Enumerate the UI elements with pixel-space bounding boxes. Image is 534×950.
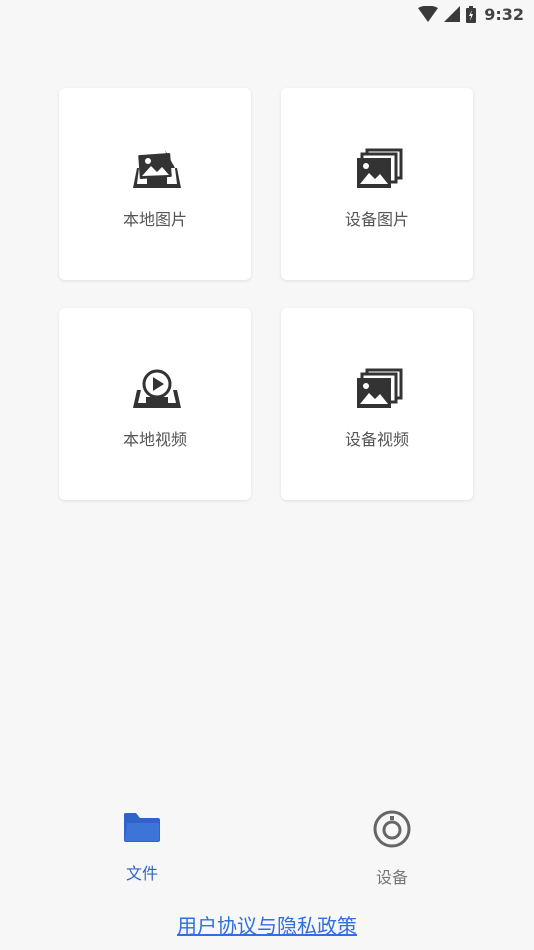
status-time: 9:32 xyxy=(484,4,524,24)
local-image-icon xyxy=(133,148,181,190)
signal-icon xyxy=(444,6,461,22)
privacy-policy-link[interactable]: 用户协议与隐私政策 xyxy=(0,910,534,939)
device-video-icon xyxy=(355,368,403,410)
nav-item-files-label: 文件 xyxy=(125,864,158,883)
tile-local-images[interactable]: 本地图片 xyxy=(59,88,251,280)
device-image-icon xyxy=(355,148,403,190)
tile-device-images-label: 设备图片 xyxy=(344,210,409,229)
device-icon xyxy=(373,810,411,852)
nav-item-files[interactable]: 文件 xyxy=(72,810,212,884)
tile-device-videos[interactable]: 设备视频 xyxy=(281,308,473,500)
wifi-icon xyxy=(418,6,439,22)
screen: 9:32 本地图片 设备图片 本地视频 设备视频 文件 设备 用户协议与隐私政策 xyxy=(0,0,534,950)
tile-local-videos[interactable]: 本地视频 xyxy=(59,308,251,500)
battery-icon xyxy=(466,5,477,23)
tile-local-images-label: 本地图片 xyxy=(122,210,187,229)
folder-icon xyxy=(123,810,161,848)
local-video-icon xyxy=(133,368,181,410)
tile-local-videos-label: 本地视频 xyxy=(122,430,187,449)
nav-item-devices-label: 设备 xyxy=(375,868,408,887)
status-bar: 9:32 xyxy=(0,0,534,28)
tile-device-images[interactable]: 设备图片 xyxy=(281,88,473,280)
nav-item-devices[interactable]: 设备 xyxy=(322,810,462,888)
tile-device-videos-label: 设备视频 xyxy=(344,430,409,449)
